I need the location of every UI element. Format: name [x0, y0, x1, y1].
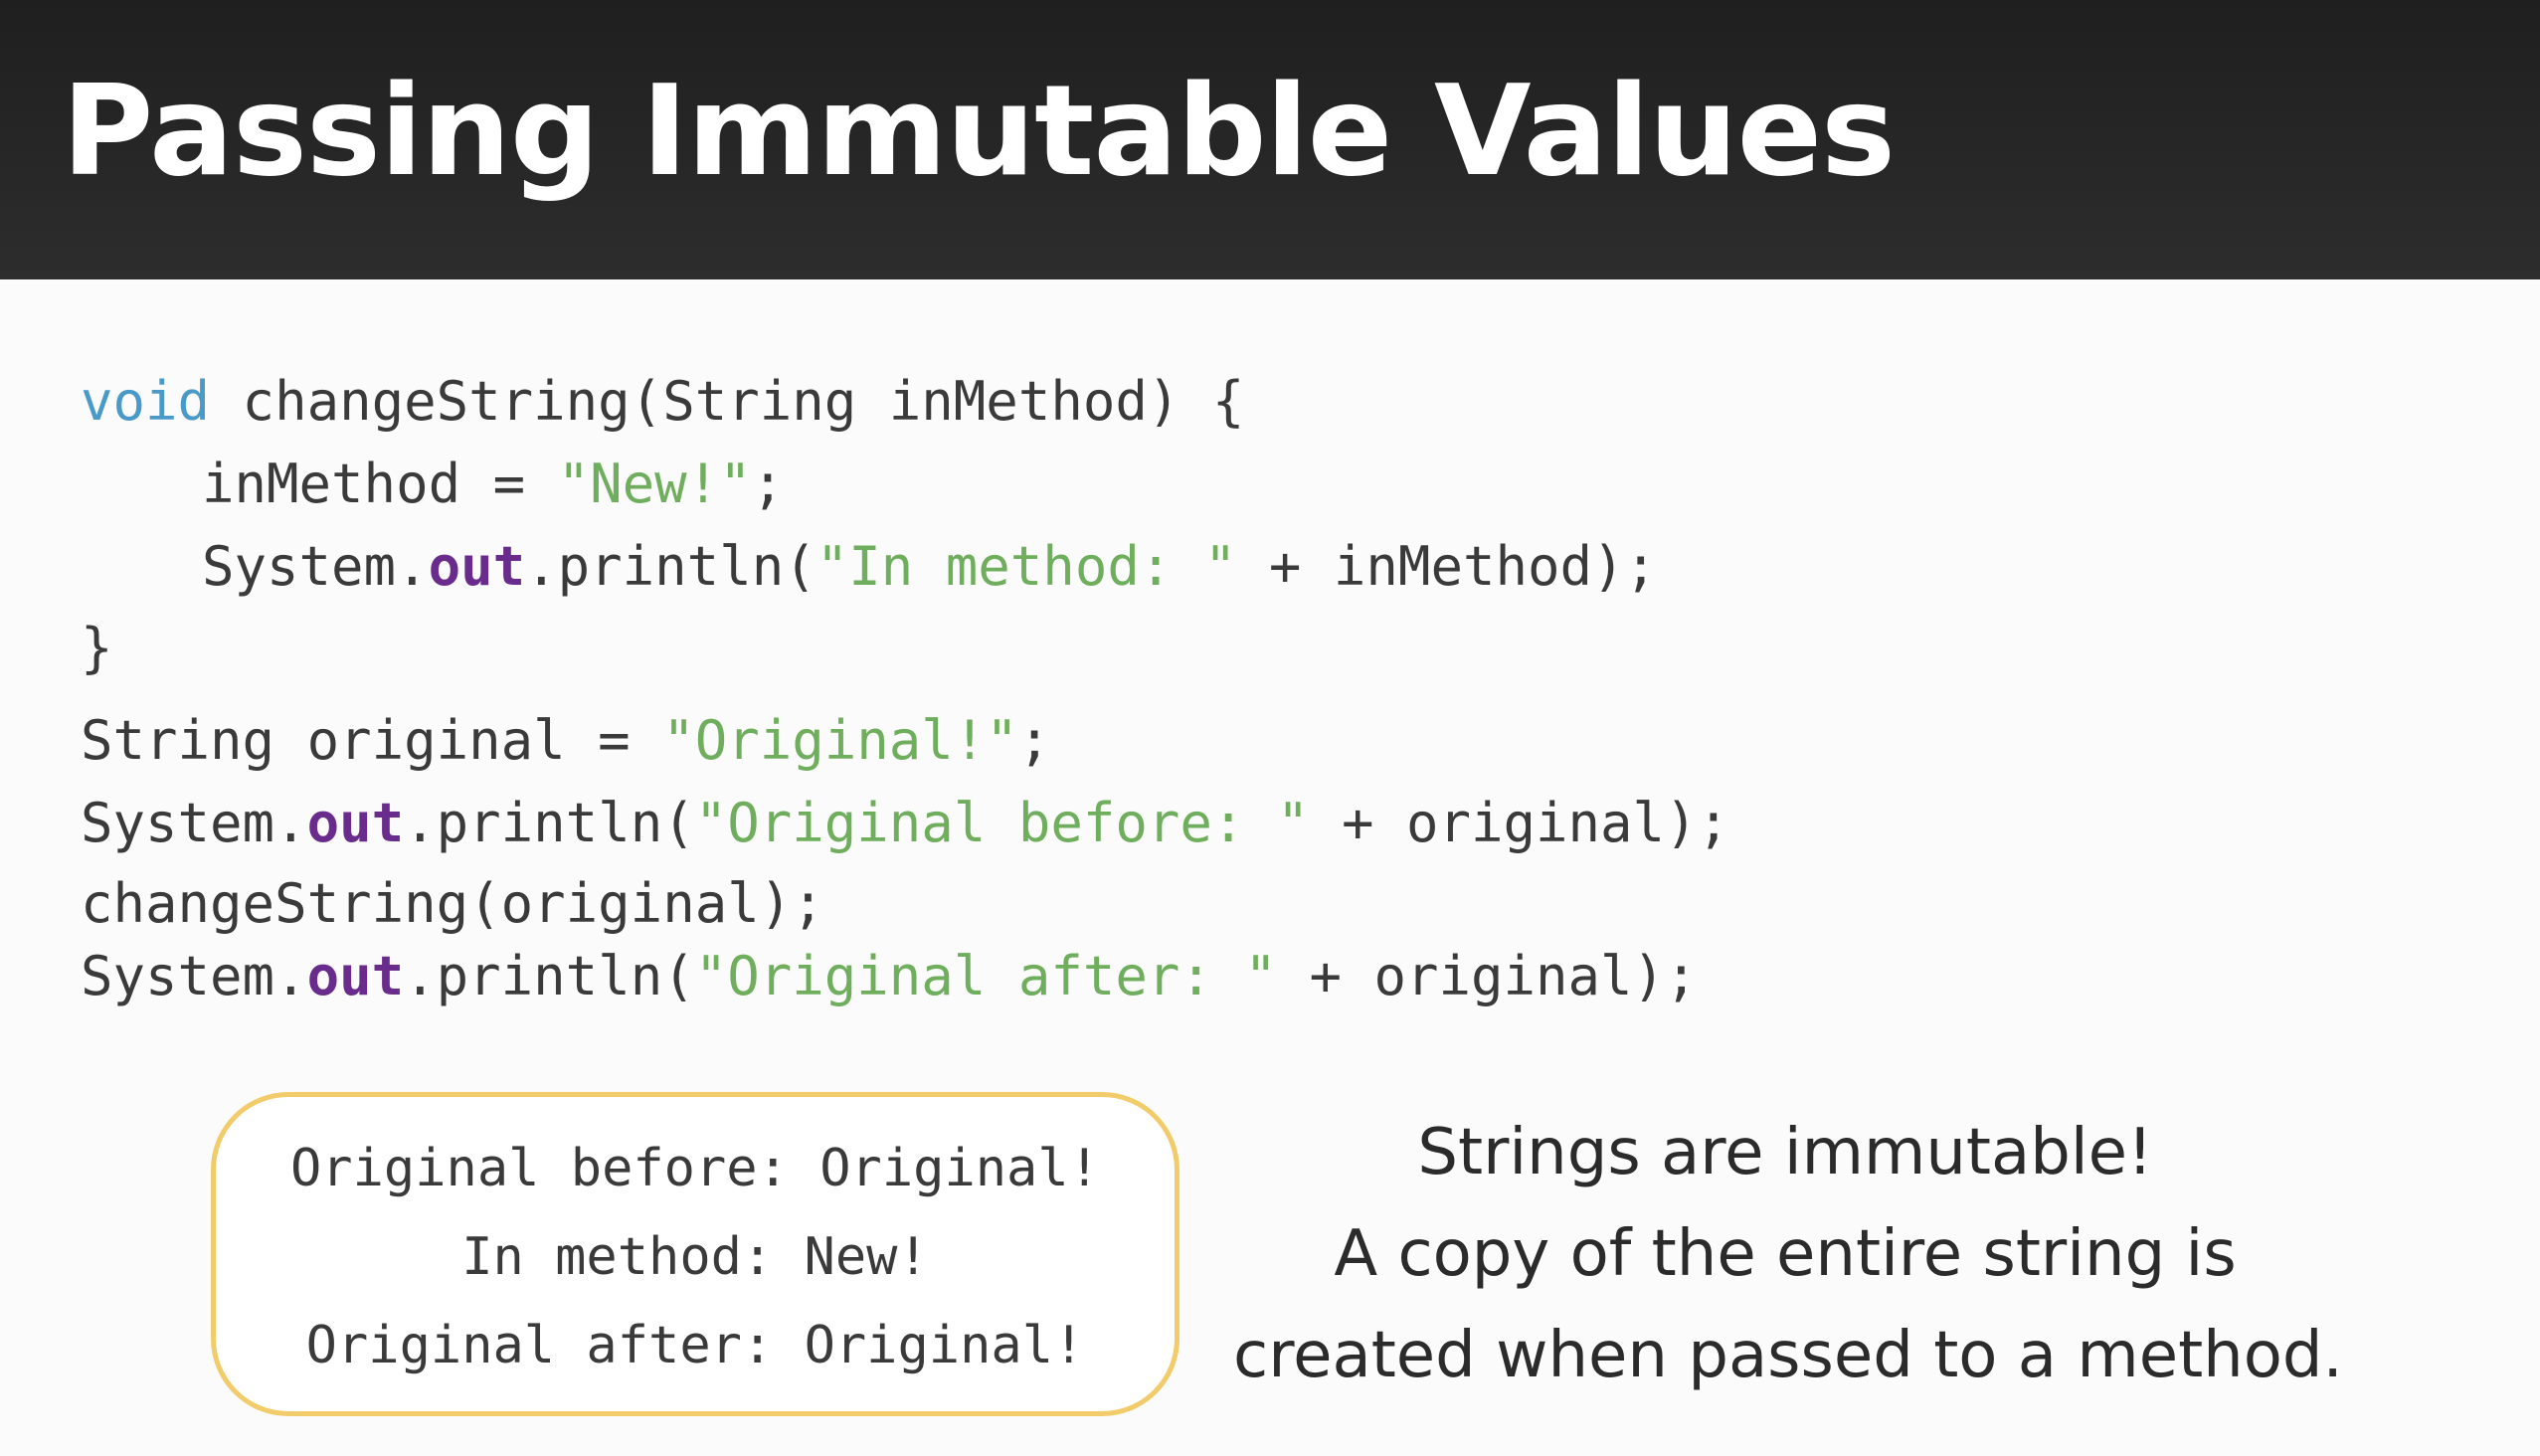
note-line: created when passed to a method.	[1233, 1319, 2343, 1392]
code-text: + original);	[1276, 945, 1698, 1007]
code-text: }	[81, 617, 113, 679]
code-line-4: }	[81, 617, 113, 680]
code-text: System.	[81, 945, 307, 1007]
code-line-7: changeString(original);	[81, 872, 824, 936]
code-text: + inMethod);	[1236, 535, 1658, 598]
code-text: ;	[1017, 709, 1051, 772]
note-line: A copy of the entire string is	[1334, 1217, 2237, 1291]
output-line: Original after: Original!	[305, 1316, 1085, 1375]
code-text: changeString(original);	[81, 872, 824, 935]
code-text: changeString(String inMethod) {	[210, 370, 1245, 433]
code-string: "Original before: "	[694, 792, 1310, 854]
code-text: ;	[751, 453, 785, 515]
code-string: "Original after: "	[694, 945, 1277, 1007]
code-keyword: void	[81, 370, 211, 433]
note-line: Strings are immutable!	[1417, 1116, 2153, 1189]
code-text: + original);	[1309, 792, 1730, 854]
code-line-3: System.out.println("In method: " + inMet…	[202, 535, 1657, 599]
code-line-6: System.out.println("Original before: " +…	[81, 792, 1729, 855]
code-line-1: void changeString(String inMethod) {	[81, 370, 1244, 434]
code-line-2: inMethod = "New!";	[202, 453, 784, 516]
slide-title: Passing Immutable Values	[62, 58, 1896, 204]
code-field: out	[306, 792, 405, 854]
code-field: out	[306, 945, 405, 1007]
console-output-box: Original before: Original! In method: Ne…	[211, 1092, 1179, 1416]
output-line: Original before: Original!	[290, 1139, 1100, 1198]
code-line-5: String original = "Original!";	[81, 709, 1050, 773]
code-field: out	[428, 535, 526, 598]
code-string: "In method: "	[816, 535, 1237, 598]
code-text: .println(	[404, 945, 695, 1007]
code-string: "Original!"	[662, 709, 1018, 772]
code-text: .println(	[404, 792, 695, 854]
output-line: In method: New!	[461, 1227, 929, 1287]
code-text: System.	[202, 535, 429, 598]
code-text: System.	[81, 792, 307, 854]
code-line-8: System.out.println("Original after: " + …	[81, 945, 1698, 1008]
code-text: inMethod =	[202, 453, 558, 515]
code-text: .println(	[525, 535, 816, 598]
code-text: String original =	[81, 709, 663, 772]
slide-header: Passing Immutable Values	[0, 0, 2540, 279]
code-string: "New!"	[557, 453, 752, 515]
